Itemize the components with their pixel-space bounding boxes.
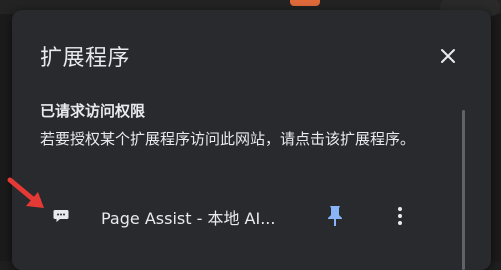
chat-bubble-icon [53,208,69,222]
pin-icon[interactable] [326,204,344,228]
more-options-icon[interactable] [396,204,404,228]
browser-top-accent [290,0,320,6]
extensions-popup: 扩展程序 已请求访问权限 若要授权某个扩展程序访问此网站，请点击该扩展程序。 P… [12,10,491,270]
close-icon[interactable] [438,46,458,66]
extension-item-page-assist[interactable]: Page Assist - 本地 AI... [12,196,491,236]
extension-name: Page Assist - 本地 AI... [101,205,275,229]
access-requested-heading: 已请求访问权限 [40,100,145,121]
popup-title: 扩展程序 [40,40,130,72]
access-description: 若要授权某个扩展程序访问此网站，请点击该扩展程序。 [40,126,420,152]
annotation-arrow-icon [4,176,54,216]
scrollbar[interactable] [462,110,465,270]
